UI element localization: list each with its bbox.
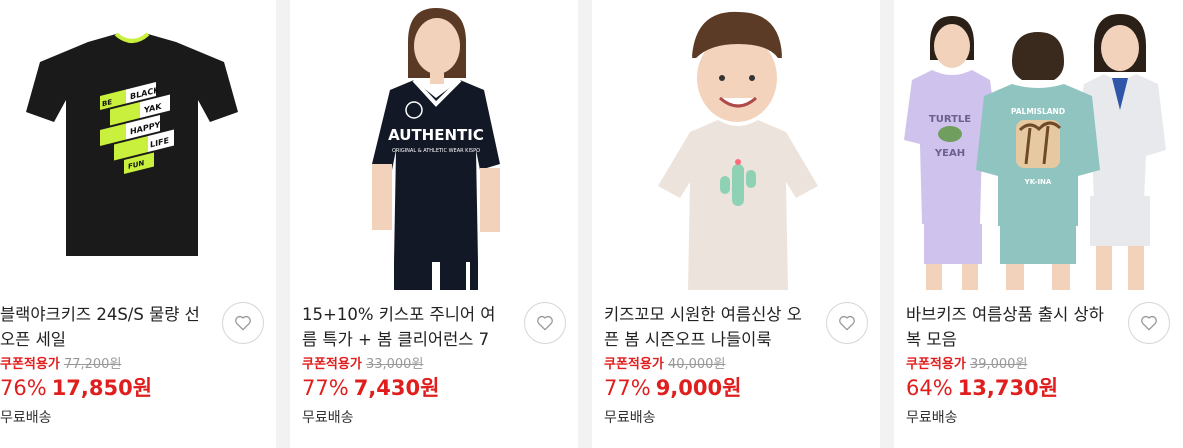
coupon-price-row: 쿠폰적용가 40,000원 — [604, 356, 725, 374]
product-image[interactable]: BLACK YAK HAPPY LIFE BE FUN — [0, 0, 276, 290]
product-card[interactable]: AUTHENTIC ORIGINAL & ATHLETIC WEAR KISPO… — [290, 0, 578, 448]
svg-text:YK-INA: YK-INA — [1024, 178, 1052, 186]
price-row: 77% 7,430원 — [302, 374, 439, 402]
heart-icon — [235, 315, 251, 331]
product-title[interactable]: 15+10% 키스포 주니어 여름 특가 + 봄 클리어런스 7부… — [302, 302, 502, 352]
sale-price: 9,000원 — [655, 376, 742, 400]
shipping-info: 무료배송 — [302, 410, 354, 426]
original-price: 39,000원 — [969, 357, 1028, 372]
coupon-price-row: 쿠폰적용가 33,000원 — [302, 356, 423, 374]
svg-text:AUTHENTIC: AUTHENTIC — [388, 126, 484, 144]
svg-text:TURTLE: TURTLE — [929, 114, 971, 125]
product-title[interactable]: 바브키즈 여름상품 출시 상하복 모음 — [906, 302, 1106, 352]
coupon-label: 쿠폰적용가 — [906, 357, 966, 372]
product-card[interactable]: BLACK YAK HAPPY LIFE BE FUN 블랙야크키즈 24S/S… — [0, 0, 276, 448]
coupon-price-row: 쿠폰적용가 39,000원 — [906, 356, 1027, 374]
price-row: 77% 9,000원 — [604, 374, 741, 402]
discount-rate: 77% — [302, 376, 349, 400]
product-title[interactable]: 키즈꼬모 시원한 여름신상 오픈 봄 시즌오프 나들이룩 등… — [604, 302, 804, 352]
product-title[interactable]: 블랙야크키즈 24S/S 물량 선 오픈 세일 — [0, 302, 200, 352]
wishlist-button[interactable] — [524, 302, 566, 344]
girl-jersey-image: AUTHENTIC ORIGINAL & ATHLETIC WEAR KISPO — [290, 0, 578, 290]
original-price: 33,000원 — [365, 357, 424, 372]
price-row: 64% 13,730원 — [906, 374, 1058, 402]
shipping-info: 무료배송 — [0, 410, 52, 426]
product-card[interactable]: TURTLE YEAH PALMISLAND YK-INA 바브키즈 여름상품 … — [894, 0, 1183, 448]
sale-price: 17,850원 — [51, 376, 153, 400]
heart-icon — [1141, 315, 1157, 331]
sale-price: 7,430원 — [353, 376, 440, 400]
heart-icon — [839, 315, 855, 331]
black-tshirt-image: BLACK YAK HAPPY LIFE BE FUN — [26, 32, 238, 256]
heart-icon — [537, 315, 553, 331]
product-image[interactable]: AUTHENTIC ORIGINAL & ATHLETIC WEAR KISPO — [290, 0, 578, 290]
shipping-info: 무료배송 — [604, 410, 656, 426]
shipping-info: 무료배송 — [906, 410, 958, 426]
sale-price: 13,730원 — [957, 376, 1059, 400]
discount-rate: 64% — [906, 376, 953, 400]
original-price: 77,200원 — [63, 357, 122, 372]
wishlist-button[interactable] — [1128, 302, 1170, 344]
coupon-label: 쿠폰적용가 — [604, 357, 664, 372]
discount-rate: 77% — [604, 376, 651, 400]
svg-text:PALMISLAND: PALMISLAND — [1011, 107, 1065, 116]
wishlist-button[interactable] — [222, 302, 264, 344]
product-image[interactable]: TURTLE YEAH PALMISLAND YK-INA — [894, 0, 1183, 290]
price-row: 76% 17,850원 — [0, 374, 152, 402]
svg-text:ORIGINAL & ATHLETIC WEAR KISPO: ORIGINAL & ATHLETIC WEAR KISPO — [392, 148, 480, 154]
product-image[interactable] — [592, 0, 880, 290]
svg-text:YEAH: YEAH — [934, 148, 965, 159]
original-price: 40,000원 — [667, 357, 726, 372]
three-kids-image: TURTLE YEAH PALMISLAND YK-INA — [894, 0, 1183, 290]
coupon-label: 쿠폰적용가 — [302, 357, 362, 372]
coupon-label: 쿠폰적용가 — [0, 357, 60, 372]
wishlist-button[interactable] — [826, 302, 868, 344]
toddler-tshirt-image — [592, 0, 880, 290]
product-card[interactable]: 키즈꼬모 시원한 여름신상 오픈 봄 시즌오프 나들이룩 등… 쿠폰적용가 40… — [592, 0, 880, 448]
discount-rate: 76% — [0, 376, 47, 400]
coupon-price-row: 쿠폰적용가 77,200원 — [0, 356, 121, 374]
